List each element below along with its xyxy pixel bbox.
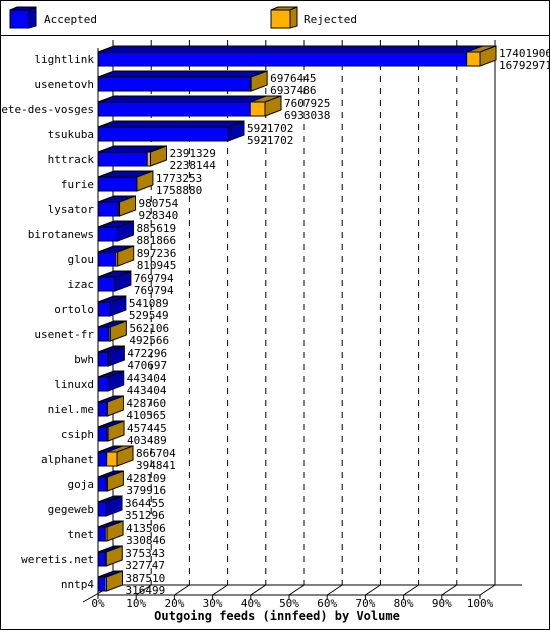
category-label: csiph bbox=[61, 428, 94, 441]
bar-accepted bbox=[98, 477, 106, 491]
category-label: glou bbox=[68, 253, 95, 266]
category-label: tnet bbox=[68, 528, 95, 541]
value-label-accepted: 379916 bbox=[126, 484, 166, 497]
category-label: ortolo bbox=[54, 303, 94, 316]
bar-accepted bbox=[98, 252, 116, 266]
value-label-accepted: 403489 bbox=[127, 434, 167, 447]
value-label-accepted: 492566 bbox=[129, 334, 169, 347]
value-label-accepted: 529549 bbox=[129, 309, 169, 322]
value-label-accepted: 5921702 bbox=[247, 134, 293, 147]
bar-accepted bbox=[98, 127, 228, 141]
bar-accepted bbox=[98, 552, 105, 566]
bar-accepted bbox=[98, 102, 250, 116]
value-label-accepted: 410565 bbox=[126, 409, 166, 422]
bar-accepted bbox=[98, 277, 115, 291]
legend-label-accepted: Accepted bbox=[44, 13, 97, 26]
value-label-accepted: 1758880 bbox=[156, 184, 202, 197]
value-label-accepted: 16792971 bbox=[499, 59, 550, 72]
x-tick-label: 90% bbox=[432, 597, 452, 610]
value-label-accepted: 351296 bbox=[125, 509, 165, 522]
category-label: lysator bbox=[48, 203, 95, 216]
bar-accepted-top bbox=[98, 46, 483, 52]
category-label: furie bbox=[61, 178, 94, 191]
category-label: nntp4 bbox=[61, 578, 94, 591]
bar-accepted bbox=[98, 227, 117, 241]
bar-accepted-top bbox=[98, 96, 266, 102]
category-label: linuxd bbox=[54, 378, 94, 391]
bar-accepted-top bbox=[98, 121, 244, 127]
value-label-accepted: 2238144 bbox=[169, 159, 216, 172]
category-label: usenetovh bbox=[34, 78, 94, 91]
category-label: tsukuba bbox=[48, 128, 94, 141]
bar-rejected bbox=[467, 52, 480, 66]
bar-accepted bbox=[98, 352, 108, 366]
category-label: bwh bbox=[74, 353, 94, 366]
bar-accepted bbox=[98, 77, 250, 91]
bar-rejected bbox=[250, 102, 265, 116]
category-label: weretis.net bbox=[21, 553, 94, 566]
category-label: httrack bbox=[48, 153, 95, 166]
accepted-swatch-icon bbox=[10, 7, 36, 28]
bar-rejected bbox=[107, 452, 117, 466]
x-axis-title: Outgoing feeds (innfeed) by Volume bbox=[154, 609, 400, 623]
value-label-accepted: 881866 bbox=[136, 234, 176, 247]
bar-rejected bbox=[147, 152, 150, 166]
x-tick-label: 100% bbox=[467, 597, 494, 610]
category-label: birotanews bbox=[28, 228, 94, 241]
bar-accepted bbox=[98, 377, 108, 391]
value-label-accepted: 470697 bbox=[127, 359, 167, 372]
value-label-accepted: 327747 bbox=[125, 559, 165, 572]
chart-frame: Accepted Rejected lightlink1740190616792… bbox=[0, 0, 550, 630]
bar-accepted bbox=[98, 327, 109, 341]
value-label-accepted: 6933038 bbox=[284, 109, 330, 122]
value-label-accepted: 316499 bbox=[126, 584, 166, 597]
bar-accepted bbox=[98, 427, 107, 441]
bar-accepted bbox=[98, 577, 105, 591]
category-label: alphanet bbox=[41, 453, 94, 466]
value-label-accepted: 6937486 bbox=[270, 84, 316, 97]
rejected-swatch-icon bbox=[271, 7, 297, 28]
value-label-accepted: 394841 bbox=[136, 459, 176, 472]
bar-accepted bbox=[98, 402, 107, 416]
bar-accepted bbox=[98, 177, 137, 191]
bar-accepted bbox=[98, 527, 105, 541]
category-label: bete-des-vosges bbox=[0, 103, 94, 116]
bar-accepted bbox=[98, 152, 147, 166]
bar-accepted bbox=[98, 452, 107, 466]
bar-accepted bbox=[98, 502, 106, 516]
x-tick-label: 0% bbox=[91, 597, 105, 610]
value-label-accepted: 810945 bbox=[137, 259, 177, 272]
value-label-accepted: 330846 bbox=[126, 534, 166, 547]
value-label-accepted: 769794 bbox=[134, 284, 174, 297]
category-label: usenet-fr bbox=[34, 328, 94, 341]
value-label-accepted: 443404 bbox=[127, 384, 167, 397]
bar-accepted bbox=[98, 302, 110, 316]
value-label-accepted: 928340 bbox=[139, 209, 179, 222]
x-tick-label: 10% bbox=[126, 597, 146, 610]
bar-accepted bbox=[98, 52, 467, 66]
bar-chart: Accepted Rejected lightlink1740190616792… bbox=[0, 0, 550, 630]
category-label: gegeweb bbox=[48, 503, 94, 516]
category-label: goja bbox=[68, 478, 95, 491]
category-label: izac bbox=[68, 278, 95, 291]
bar-accepted bbox=[98, 202, 118, 216]
bar-accepted-top bbox=[98, 71, 266, 77]
category-label: niel.me bbox=[48, 403, 94, 416]
category-label: lightlink bbox=[34, 53, 94, 66]
legend-label-rejected: Rejected bbox=[304, 13, 357, 26]
